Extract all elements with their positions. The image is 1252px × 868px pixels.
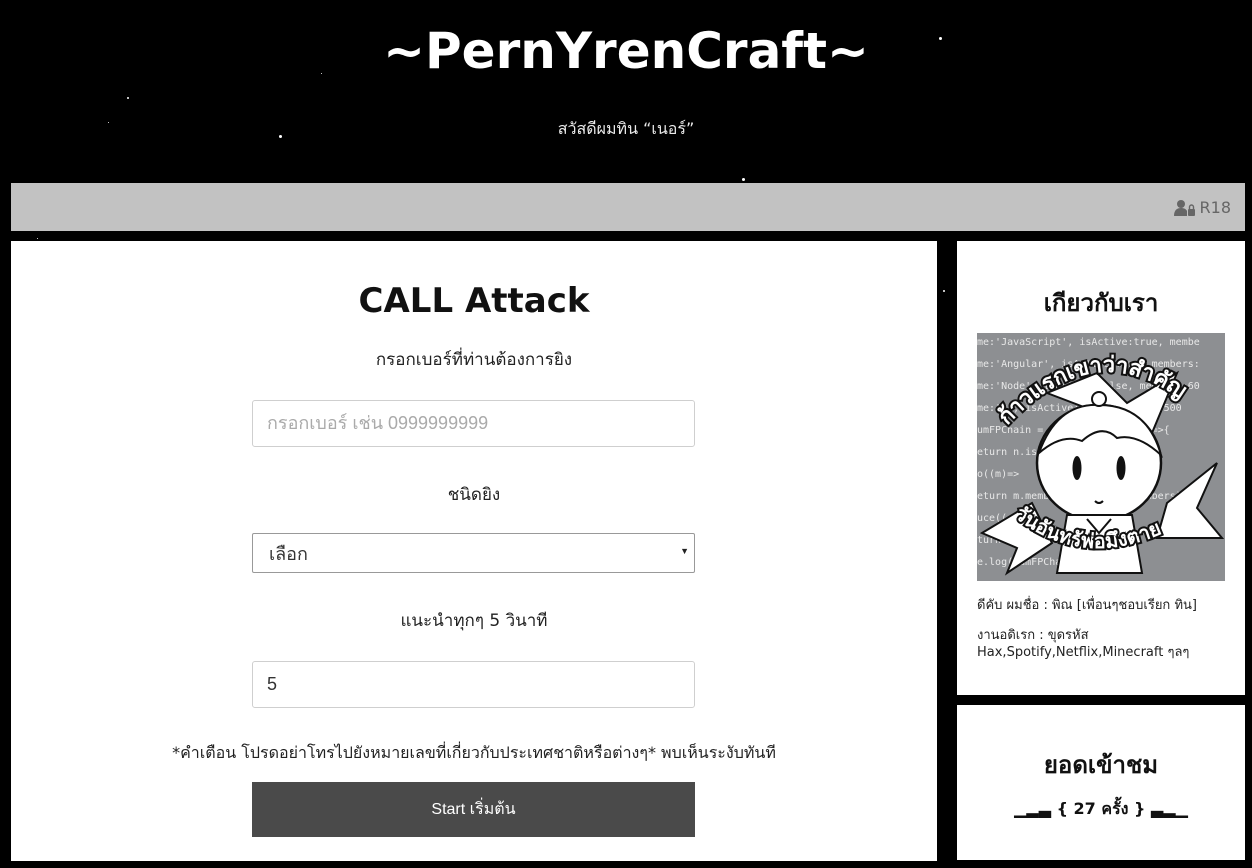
attack-type-label: ชนิดยิง	[447, 485, 501, 505]
chevron-down-icon: ▼	[680, 546, 689, 556]
phone-label: กรอกเบอร์ที่ท่านต้องการยิง	[375, 350, 573, 370]
attack-type-select[interactable]: เลือก ▼	[252, 533, 695, 573]
interval-label: แนะนำทุกๆ 5 วินาที	[400, 611, 548, 631]
chibi-illustration: me:'JavaScript', isActive:true, membeme:…	[977, 333, 1225, 581]
warning-text: *คำเตือน โปรดอย่าโทรไปยังหมายเลขที่เกี่ย…	[172, 743, 776, 762]
nav-r18-label: R18	[1199, 198, 1231, 217]
interval-input[interactable]	[252, 661, 695, 708]
star	[943, 290, 945, 292]
phone-number-input[interactable]	[252, 400, 695, 447]
site-header: ~PernYrenCraft~ สวัสดีผมทิน “เนอร์”	[0, 0, 1252, 183]
user-lock-icon	[1173, 199, 1195, 216]
about-intro: ดีคับ ผมชื่อ : พิณ [เพื่อนๆชอบเรียก ทิน]	[977, 598, 1197, 613]
about-hobby-list: Hax,Spotify,Netflix,Minecraft ๆลๆ	[977, 645, 1190, 660]
visit-count: ▁▂▃ { 27 ครั้ง } ▃▂▁	[1014, 799, 1188, 818]
navbar: R18	[11, 183, 1245, 231]
start-button[interactable]: Start เริ่มต้น	[252, 782, 695, 837]
call-attack-panel: CALL Attack กรอกเบอร์ที่ท่านต้องการยิง ช…	[11, 241, 937, 861]
nav-item-r18[interactable]: R18	[1173, 198, 1231, 217]
code-line: me:'JavaScript', isActive:true, membe	[977, 337, 1200, 348]
star	[37, 238, 38, 239]
site-title: ~PernYrenCraft~	[383, 22, 869, 80]
about-hobby: งานอดิเรก : ขุดรหัส	[977, 628, 1089, 643]
attack-type-selected: เลือก	[269, 543, 308, 564]
code-line: o((m)=>	[977, 469, 1019, 480]
form-title: CALL Attack	[358, 281, 590, 321]
visit-title: ยอดเข้าชม	[1043, 751, 1159, 779]
about-title: เกียวกับเรา	[1043, 289, 1159, 317]
site-subtitle: สวัสดีผมทิน “เนอร์”	[557, 119, 695, 138]
about-image: me:'JavaScript', isActive:true, membe me:…	[977, 333, 1225, 581]
visit-counter-panel: ยอดเข้าชม ▁▂▃ { 27 ครั้ง } ▃▂▁	[957, 705, 1245, 860]
about-panel: เกียวกับเรา me:'JavaScript', isActive:tr…	[957, 241, 1245, 695]
